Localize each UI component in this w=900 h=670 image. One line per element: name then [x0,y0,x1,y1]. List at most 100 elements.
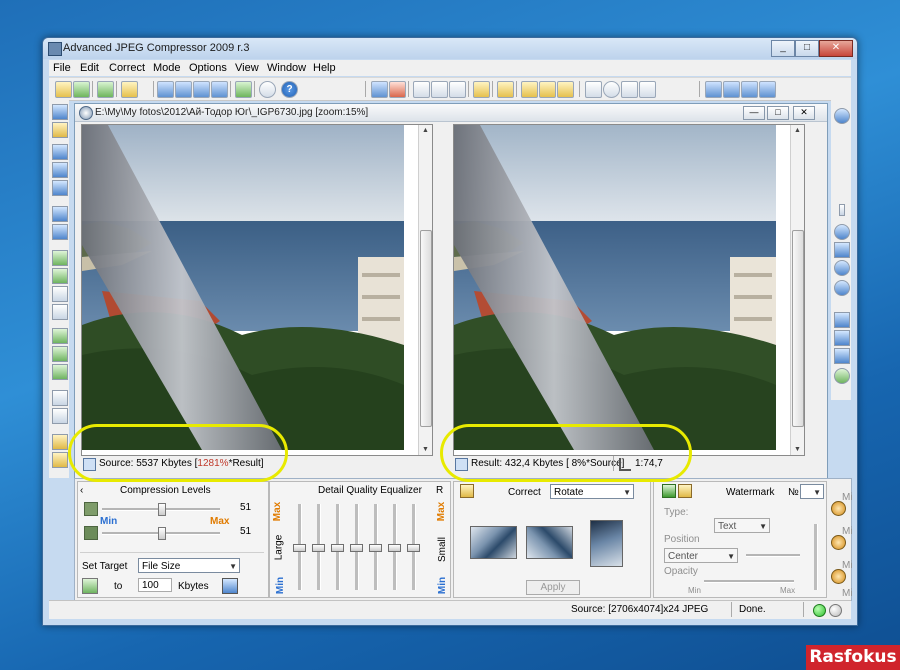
menu-file[interactable]: File [53,62,71,74]
open-dropdown-icon[interactable] [121,81,138,98]
apply-button[interactable]: Apply [526,580,580,595]
menu-edit[interactable]: Edit [80,62,99,74]
document-maximize-button[interactable]: □ [767,106,789,120]
layout-vertical-icon[interactable] [741,81,758,98]
equalizer-slider-knob[interactable] [369,544,382,552]
scroll-down-icon[interactable]: ▼ [791,446,804,453]
scroll-up-icon[interactable]: ▲ [791,127,804,134]
reset-label[interactable]: R [436,485,443,496]
open-folder-icon[interactable] [55,81,72,98]
rows-icon[interactable] [52,304,68,320]
calculate-icon[interactable] [222,578,238,594]
equalizer-slider-knob[interactable] [331,544,344,552]
menu-mode[interactable]: Mode [153,62,181,74]
scroll-up-icon[interactable]: ▲ [419,127,432,134]
zoom-actual-icon[interactable] [52,162,68,178]
zoom-window-icon[interactable] [52,206,68,222]
zoom-region-icon[interactable] [52,224,68,240]
channel-3-icon[interactable] [831,569,846,584]
watermark-add-icon[interactable] [662,484,676,498]
maximize-button[interactable]: □ [795,40,819,57]
close-button[interactable]: ✕ [819,40,853,57]
watermark-position-slider[interactable] [746,554,800,557]
zoom-in-icon[interactable] [52,104,68,120]
source-scrollbar[interactable]: ▲ ▼ [418,125,432,455]
hand-right-icon[interactable] [557,81,574,98]
equalizer-slider-knob[interactable] [293,544,306,552]
layout-cascade-icon[interactable] [705,81,722,98]
levels-icon[interactable] [52,364,68,380]
edit-icon[interactable] [497,81,514,98]
paint-icon[interactable] [52,452,68,468]
watermark-edit-icon[interactable] [678,484,692,498]
export-icon[interactable] [211,81,228,98]
watermark-type-select[interactable]: Text ▼ [714,518,770,533]
level-slider-2-knob[interactable] [158,527,166,540]
polygon-select-icon[interactable] [639,81,656,98]
target-apply-icon[interactable] [82,578,98,594]
menu-help[interactable]: Help [313,62,336,74]
document-titlebar[interactable]: E:\My\My fotos\2012\Ай-Тодор Юг\_IGP6730… [75,104,827,122]
result-scroll-thumb[interactable] [792,230,804,427]
menu-window[interactable]: Window [267,62,306,74]
target-select[interactable]: File Size ▼ [138,558,240,573]
layout-list-icon[interactable] [759,81,776,98]
ellipse-select-icon[interactable] [603,81,620,98]
save-icon[interactable] [157,81,174,98]
crop-icon[interactable] [413,81,430,98]
open-recent-icon[interactable] [73,81,90,98]
rotate-left-option[interactable] [470,526,517,559]
result-image-pane[interactable]: ▲ ▼ [453,124,805,456]
eye-icon[interactable] [449,81,466,98]
watermark-number-select[interactable]: ▼ [800,484,824,499]
correct-select[interactable]: Rotate ▼ [550,484,634,499]
zoom-out-icon[interactable] [52,180,68,196]
watermark-opacity-slider[interactable] [704,580,794,583]
rotate-right-option[interactable] [526,526,573,559]
save-as-icon[interactable] [175,81,192,98]
brush-icon[interactable] [52,434,68,450]
panel-bottom-icon[interactable] [834,348,850,364]
menu-correct[interactable]: Correct [109,62,145,74]
target-size-input[interactable]: 100 [138,578,172,592]
document-minimize-button[interactable]: — [743,106,765,120]
channel-2-icon[interactable] [831,535,846,550]
compare-grid-icon[interactable] [52,328,68,344]
split-view-icon[interactable] [52,268,68,284]
zoom-plus-icon[interactable] [834,260,850,276]
title-bar[interactable]: Advanced JPEG Compressor 2009 r.3 _ □ ✕ [43,38,857,59]
result-scrollbar[interactable]: ▲ ▼ [790,125,804,455]
zoom-out-circle-icon[interactable] [834,224,850,240]
equalizer-slider-knob[interactable] [312,544,325,552]
collapse-arrow-icon[interactable]: ‹ [80,485,83,496]
selection-icon[interactable] [431,81,448,98]
rotate-180-option[interactable] [590,520,623,567]
menu-view[interactable]: View [235,62,259,74]
hand-left-icon[interactable] [539,81,556,98]
channel-1-icon[interactable] [831,501,846,516]
batch-icon[interactable] [235,81,252,98]
zoom-fit-icon[interactable] [52,144,68,160]
list-icon[interactable] [52,408,68,424]
minimize-button[interactable]: _ [771,40,795,57]
source-image-pane[interactable]: ▲ ▼ [81,124,433,456]
watermark-vertical-slider[interactable] [814,524,818,590]
info-icon[interactable] [259,81,276,98]
level-slider-1-knob[interactable] [158,503,166,516]
histogram-icon[interactable] [52,346,68,362]
compare-icon[interactable] [389,81,406,98]
grid-view-icon[interactable] [52,250,68,266]
panel-middle-icon[interactable] [834,330,850,346]
lasso-icon[interactable] [621,81,638,98]
hand-icon[interactable] [521,81,538,98]
source-scroll-thumb[interactable] [420,230,432,427]
scroll-down-icon[interactable]: ▼ [419,446,432,453]
watermark-position-select[interactable]: Center ▼ [664,548,738,563]
equalizer-slider-knob[interactable] [388,544,401,552]
table-icon[interactable] [52,390,68,406]
help-icon[interactable]: ? [281,81,298,98]
panel-top-icon[interactable] [834,312,850,328]
document-close-button[interactable]: ✕ [793,106,815,120]
equalizer-slider-knob[interactable] [407,544,420,552]
columns-icon[interactable] [52,286,68,302]
